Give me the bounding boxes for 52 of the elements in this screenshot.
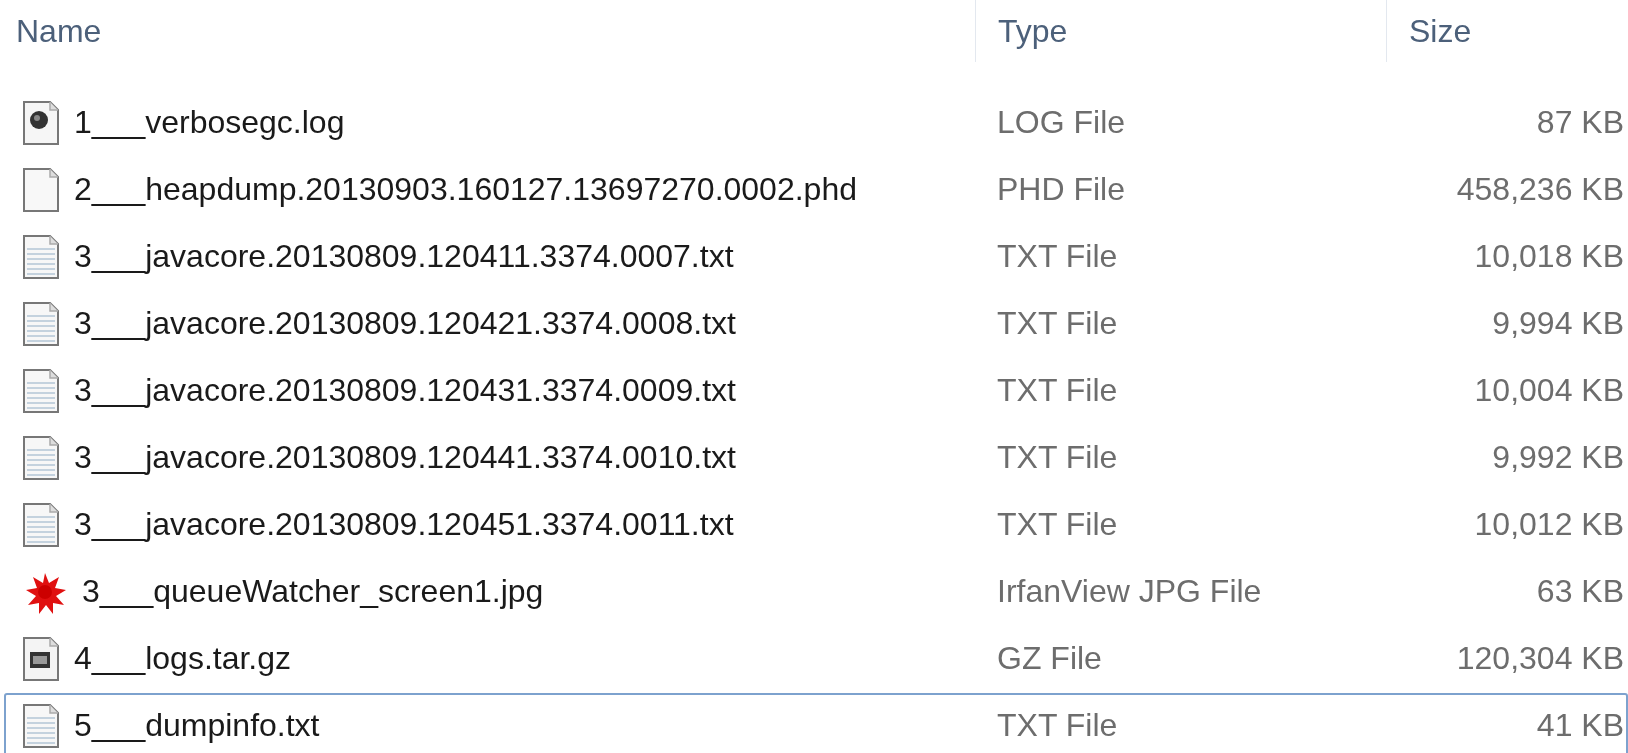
file-row[interactable]: 3___javacore.20130809.120421.3374.0008.txt TXT File 9,994 KB [4, 291, 1628, 356]
file-type: LOG File [997, 104, 1126, 141]
file-row[interactable]: 3___queueWatcher_screen1.jpg IrfanView JPG File 63 KB [4, 559, 1628, 624]
file-name: 4___logs.tar.gz [74, 640, 292, 677]
file-row[interactable]: 4___logs.tar.gz GZ File 120,304 KB [4, 626, 1628, 691]
file-name: 3___javacore.20130809.120431.3374.0009.txt [74, 372, 736, 409]
file-size: 10,012 KB [1474, 506, 1624, 543]
file-size: 458,236 KB [1456, 171, 1624, 208]
file-size: 120,304 KB [1456, 640, 1624, 677]
blank-file-icon [22, 166, 60, 213]
file-type: PHD File [997, 171, 1125, 208]
file-row[interactable]: 5___dumpinfo.txt TXT File 41 KB [4, 693, 1628, 753]
file-name: 3___queueWatcher_screen1.jpg [82, 573, 544, 610]
file-size: 9,992 KB [1492, 439, 1624, 476]
file-type: TXT File [997, 707, 1118, 744]
file-name: 3___javacore.20130809.120421.3374.0008.txt [74, 305, 736, 342]
archive-file-icon [22, 635, 60, 682]
file-type: GZ File [997, 640, 1102, 677]
file-size: 10,018 KB [1474, 238, 1624, 275]
file-name: 3___javacore.20130809.120451.3374.0011.txt [74, 506, 734, 543]
file-name: 2___heapdump.20130903.160127.13697270.0002.phd [74, 171, 857, 208]
column-header[interactable]: Type [975, 0, 1386, 62]
text-file-icon [22, 702, 60, 749]
text-file-icon [22, 434, 60, 481]
log-file-icon [22, 99, 60, 146]
file-row[interactable]: 1___verbosegc.log LOG File 87 KB [4, 90, 1628, 155]
file-type: TXT File [997, 305, 1118, 342]
file-row[interactable]: 3___javacore.20130809.120451.3374.0011.txt TXT File 10,012 KB [4, 492, 1628, 557]
file-size: 10,004 KB [1474, 372, 1624, 409]
file-name: 1___verbosegc.log [74, 104, 345, 141]
file-type: IrfanView JPG File [997, 573, 1262, 610]
column-header[interactable]: Name [0, 0, 975, 62]
text-file-icon [22, 501, 60, 548]
file-type: TXT File [997, 372, 1118, 409]
file-size: 87 KB [1536, 104, 1624, 141]
file-size: 63 KB [1536, 573, 1624, 610]
file-row[interactable]: 3___javacore.20130809.120411.3374.0007.txt TXT File 10,018 KB [4, 224, 1628, 289]
file-size: 41 KB [1536, 707, 1624, 744]
text-file-icon [22, 367, 60, 414]
text-file-icon [22, 233, 60, 280]
file-row[interactable]: 3___javacore.20130809.120441.3374.0010.txt TXT File 9,992 KB [4, 425, 1628, 490]
file-size: 9,994 KB [1492, 305, 1624, 342]
file-type: TXT File [997, 238, 1118, 275]
text-file-icon [22, 300, 60, 347]
file-name: 3___javacore.20130809.120411.3374.0007.txt [74, 238, 734, 275]
file-name: 3___javacore.20130809.120441.3374.0010.txt [74, 439, 736, 476]
file-type: TXT File [997, 506, 1118, 543]
file-type: TXT File [997, 439, 1118, 476]
file-row[interactable]: 2___heapdump.20130903.160127.13697270.0002.phd PHD File 458,236 KB [4, 157, 1628, 222]
column-header[interactable]: Size [1386, 0, 1628, 62]
file-row[interactable]: 3___javacore.20130809.120431.3374.0009.txt TXT File 10,004 KB [4, 358, 1628, 423]
file-name: 5___dumpinfo.txt [74, 707, 320, 744]
